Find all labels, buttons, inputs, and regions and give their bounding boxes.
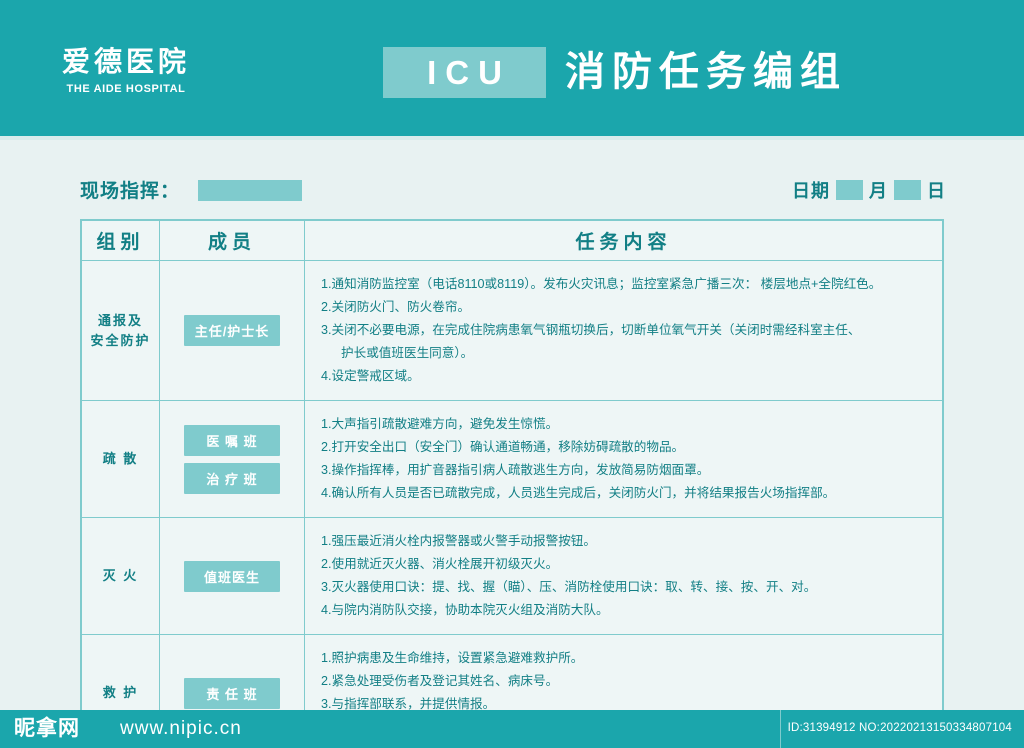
group-name-line2: 安全防护: [90, 332, 151, 348]
date-month-unit: 月: [869, 181, 888, 201]
table-header-row: 组别 成员 任务内容: [81, 220, 943, 261]
task-line: 4.确认所有人员是否已疏散完成，人员逃生完成后，关闭防火门，并将结果报告火场指挥…: [321, 486, 836, 500]
icu-badge-label: ICU: [427, 54, 511, 91]
task-line: 3.关闭不必要电源，在完成住院病患氧气钢瓶切换后，切断单位氧气开关（关闭时需经科…: [321, 323, 861, 337]
group-name-cell: 通报及 安全防护: [81, 260, 160, 401]
commander-label: 现场指挥：: [80, 181, 181, 202]
task-content-cell: 1.强压最近消火栓内报警器或火警手动报警按钮。 2.使用就近灭火器、消火栓展开初…: [304, 517, 943, 635]
page-footer: 昵拿网 www.nipic.cn ID:31394912 NO:20220213…: [0, 710, 1024, 748]
task-assignment-table: 组别 成员 任务内容 通报及 安全防护 主任/护士长 1.通知消防监控室（电话8…: [80, 219, 944, 748]
task-line: 护长或值班医生同意）。: [341, 346, 474, 360]
column-header-tasks: 任务内容: [304, 220, 943, 261]
column-header-group: 组别: [81, 220, 160, 261]
member-chip: 值班医生: [184, 560, 280, 592]
task-line: 3.操作指挥棒，用扩音器指引病人疏散逃生方向，发放简易防烟面罩。: [321, 463, 710, 477]
task-content-cell: 1.大声指引疏散避难方向，避免发生惊慌。 2.打开安全出口（安全门）确认通道畅通…: [304, 400, 943, 518]
footer-url[interactable]: www.nipic.cn: [120, 717, 242, 741]
logo-english-name: THE AIDE HOSPITAL: [66, 83, 186, 95]
footer-divider: [780, 710, 781, 748]
member-cell: 医 嘱 班 治 疗 班: [159, 400, 305, 518]
task-line: 2.关闭防火门、防火卷帘。: [321, 300, 471, 314]
task-line: 2.紧急处理受伤者及登记其姓名、病床号。: [321, 674, 559, 688]
logo-chinese-name: 爱德医院: [62, 46, 191, 77]
group-name-cell: 灭 火: [81, 517, 160, 635]
icu-badge: ICU: [383, 47, 546, 98]
footer-brand: 昵拿网: [14, 717, 80, 740]
task-line: 1.大声指引疏散避难方向，避免发生惊慌。: [321, 417, 559, 431]
date-group: 日期 月 日: [792, 177, 946, 203]
member-cell: 主任/护士长: [159, 260, 305, 401]
header-underline: [0, 136, 1024, 140]
table-row: 通报及 安全防护 主任/护士长 1.通知消防监控室（电话8110或8119）。发…: [81, 260, 943, 401]
task-line: 2.打开安全出口（安全门）确认通道畅通，移除妨碍疏散的物品。: [321, 440, 685, 454]
subheader-row: 现场指挥： 日期 月 日: [0, 176, 1024, 208]
task-line: 1.通知消防监控室（电话8110或8119）。发布火灾讯息；监控室紧急广播三次：…: [321, 277, 882, 291]
task-line: 4.设定警戒区域。: [321, 369, 420, 383]
task-line: 2.使用就近灭火器、消火栓展开初级灭火。: [321, 557, 559, 571]
footer-id-text: ID:31394912 NO:20220213150334807104: [787, 722, 1012, 734]
task-line: 1.强压最近消火栓内报警器或火警手动报警按钮。: [321, 534, 596, 548]
table-row: 灭 火 值班医生 1.强压最近消火栓内报警器或火警手动报警按钮。 2.使用就近灭…: [81, 517, 943, 635]
task-line: 4.与院内消防队交接，协助本院灭火组及消防大队。: [321, 603, 609, 617]
member-chip: 医 嘱 班: [184, 424, 280, 456]
member-chip: 责 任 班: [184, 677, 280, 709]
page-title: 消防任务编组: [565, 50, 847, 94]
page-header: 爱德医院 THE AIDE HOSPITAL ICU 消防任务编组: [0, 0, 1024, 136]
task-line: 3.灭火器使用口诀：提、找、握（瞄）、压、消防栓使用口诀：取、转、接、按、开、对…: [321, 580, 817, 594]
group-name-line1: 通报及: [97, 312, 143, 328]
member-cell: 值班医生: [159, 517, 305, 635]
hospital-logo: 爱德医院 THE AIDE HOSPITAL: [62, 46, 191, 96]
group-name-line1: 灭 火: [102, 568, 139, 583]
commander-blank-field[interactable]: [198, 180, 302, 201]
member-chip: 治 疗 班: [184, 462, 280, 494]
column-header-member: 成员: [159, 220, 305, 261]
date-month-blank[interactable]: [836, 180, 863, 200]
poster-page: 爱德医院 THE AIDE HOSPITAL ICU 消防任务编组 现场指挥： …: [0, 0, 1024, 748]
task-content-cell: 1.通知消防监控室（电话8110或8119）。发布火灾讯息；监控室紧急广播三次：…: [304, 260, 943, 401]
date-label: 日期: [792, 181, 830, 201]
table-row: 疏 散 医 嘱 班 治 疗 班 1.大声指引疏散避难方向，避免发生惊慌。 2.打…: [81, 400, 943, 518]
date-day-unit: 日: [927, 181, 946, 201]
group-name-line1: 疏 散: [102, 451, 139, 466]
group-name-cell: 疏 散: [81, 400, 160, 518]
task-line: 1.照护病患及生命维持，设置紧急避难救护所。: [321, 651, 584, 665]
date-day-blank[interactable]: [894, 180, 921, 200]
group-name-line1: 救 护: [102, 685, 139, 700]
member-chip: 主任/护士长: [184, 315, 280, 346]
